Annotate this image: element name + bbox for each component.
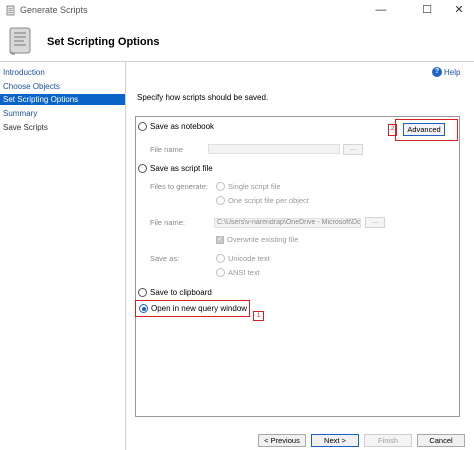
per-object-label: One script file per object [228,196,309,205]
query-window-highlight [135,300,250,317]
help-icon: ? [432,67,442,77]
sidebar-item-summary[interactable]: Summary [0,108,125,119]
per-object-option[interactable]: One script file per object [216,196,309,205]
next-button[interactable]: Next > [311,434,359,447]
save-as-script-file-label: Save as script file [150,164,213,173]
save-to-clipboard-option[interactable]: Save to clipboard [138,288,212,297]
cancel-button[interactable]: Cancel [417,434,465,447]
script-file-name-input[interactable]: C:\Users\v-narendrap\OneDrive - Microsof… [214,218,361,228]
finish-button[interactable]: Finish [364,434,412,447]
unicode-text-label: Unicode text [228,254,270,263]
save-to-clipboard-label: Save to clipboard [150,288,212,297]
ansi-text-option[interactable]: ANSI text [216,268,260,277]
script-file-browse-button[interactable]: ... [365,217,385,228]
window-title: Generate Scripts [20,5,88,15]
unicode-text-option[interactable]: Unicode text [216,254,270,263]
per-object-radio[interactable] [216,196,225,205]
save-as-label: Save as: [150,254,180,263]
maximize-button[interactable]: ☐ [420,3,434,17]
notebook-browse-button[interactable]: ... [343,144,363,155]
page-title: Set Scripting Options [47,36,160,48]
output-options-panel [135,116,460,417]
save-as-notebook-radio[interactable] [138,122,147,131]
save-as-notebook-label: Save as notebook [150,122,215,131]
save-to-clipboard-radio[interactable] [138,288,147,297]
sidebar-item-save-scripts: Save Scripts [3,123,48,132]
single-script-file-label: Single script file [228,182,281,191]
step-marker-advanced: 2 [388,124,397,136]
ansi-text-label: ANSI text [228,268,260,277]
wizard-header: Set Scripting Options [0,20,474,62]
sidebar-item-introduction[interactable]: Introduction [0,67,125,78]
overwrite-existing-label: Overwrite existing file [227,235,299,244]
ansi-text-radio[interactable] [216,268,225,277]
script-scroll-icon [9,27,31,55]
instruction-text: Specify how scripts should be saved. [137,93,269,102]
files-to-generate-label: Files to generate: [150,182,208,191]
sidebar-item-set-scripting-options[interactable]: Set Scripting Options [0,94,125,105]
previous-button[interactable]: < Previous [258,434,306,447]
wizard-sidebar: Introduction Choose Objects Set Scriptin… [0,62,126,450]
notebook-file-name-label: File name [150,145,183,154]
title-bar: Generate Scripts — ☐ ✕ [0,0,474,20]
notebook-file-name-input[interactable] [208,144,340,154]
help-link[interactable]: ? Help [432,67,460,77]
single-script-file-radio[interactable] [216,182,225,191]
script-file-name-label: File name: [150,218,186,227]
advanced-button[interactable]: Advanced [403,123,445,136]
save-as-script-file-option[interactable]: Save as script file [138,164,213,173]
save-as-script-file-radio[interactable] [138,164,147,173]
single-script-file-option[interactable]: Single script file [216,182,281,191]
overwrite-existing-checkbox[interactable] [216,235,224,244]
app-scroll-icon [6,5,15,16]
step-marker-query: 1 [253,311,264,321]
help-label: Help [444,67,461,77]
save-as-notebook-option[interactable]: Save as notebook [138,122,214,131]
unicode-text-radio[interactable] [216,254,225,263]
sidebar-item-choose-objects[interactable]: Choose Objects [0,81,125,92]
close-button[interactable]: ✕ [452,3,466,17]
minimize-button[interactable]: — [374,3,388,17]
overwrite-existing-option[interactable]: Overwrite existing file [216,235,298,244]
